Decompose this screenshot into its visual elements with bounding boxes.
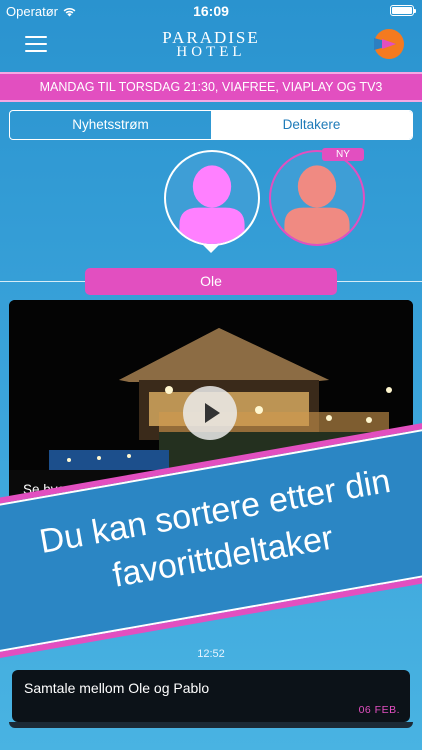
selection-pointer — [202, 244, 220, 253]
segmented-tabs: Nyhetsstrøm Deltakere — [9, 110, 413, 140]
participant-avatar-selected[interactable] — [164, 150, 260, 246]
top-nav: PARADISE HOTEL — [0, 22, 422, 68]
logo-line1: PARADISE — [162, 28, 260, 47]
message-date: 06 FEB. — [358, 704, 400, 716]
clock: 16:09 — [193, 3, 229, 19]
battery-icon — [390, 5, 416, 16]
card-edge — [9, 722, 413, 728]
feed-message-card[interactable]: Samtale mellom Ole og Pablo 06 FEB. — [12, 670, 410, 722]
play-logo-icon[interactable] — [372, 28, 404, 60]
person-silhouette-icon — [284, 165, 350, 244]
status-bar: Operatør 16:09 — [0, 0, 422, 22]
schedule-banner: MANDAG TIL TORSDAG 21:30, VIAFREE, VIAPL… — [0, 72, 422, 102]
paradise-hotel-logo: PARADISE HOTEL — [0, 28, 422, 60]
selected-participant-name: Ole — [85, 268, 337, 295]
new-badge: NY — [322, 148, 364, 161]
logo-line2: HOTEL — [176, 44, 246, 60]
tab-deltakere[interactable]: Deltakere — [211, 111, 412, 139]
participant-avatar-new[interactable] — [269, 150, 365, 246]
person-silhouette-icon — [179, 165, 245, 244]
battery-level — [392, 7, 412, 14]
play-button[interactable] — [183, 386, 237, 440]
battery-tip — [414, 9, 416, 13]
message-title: Samtale mellom Ole og Pablo — [24, 680, 210, 696]
feed-time: 12:52 — [197, 648, 225, 660]
tab-nyhetsstrom[interactable]: Nyhetsstrøm — [10, 111, 211, 139]
